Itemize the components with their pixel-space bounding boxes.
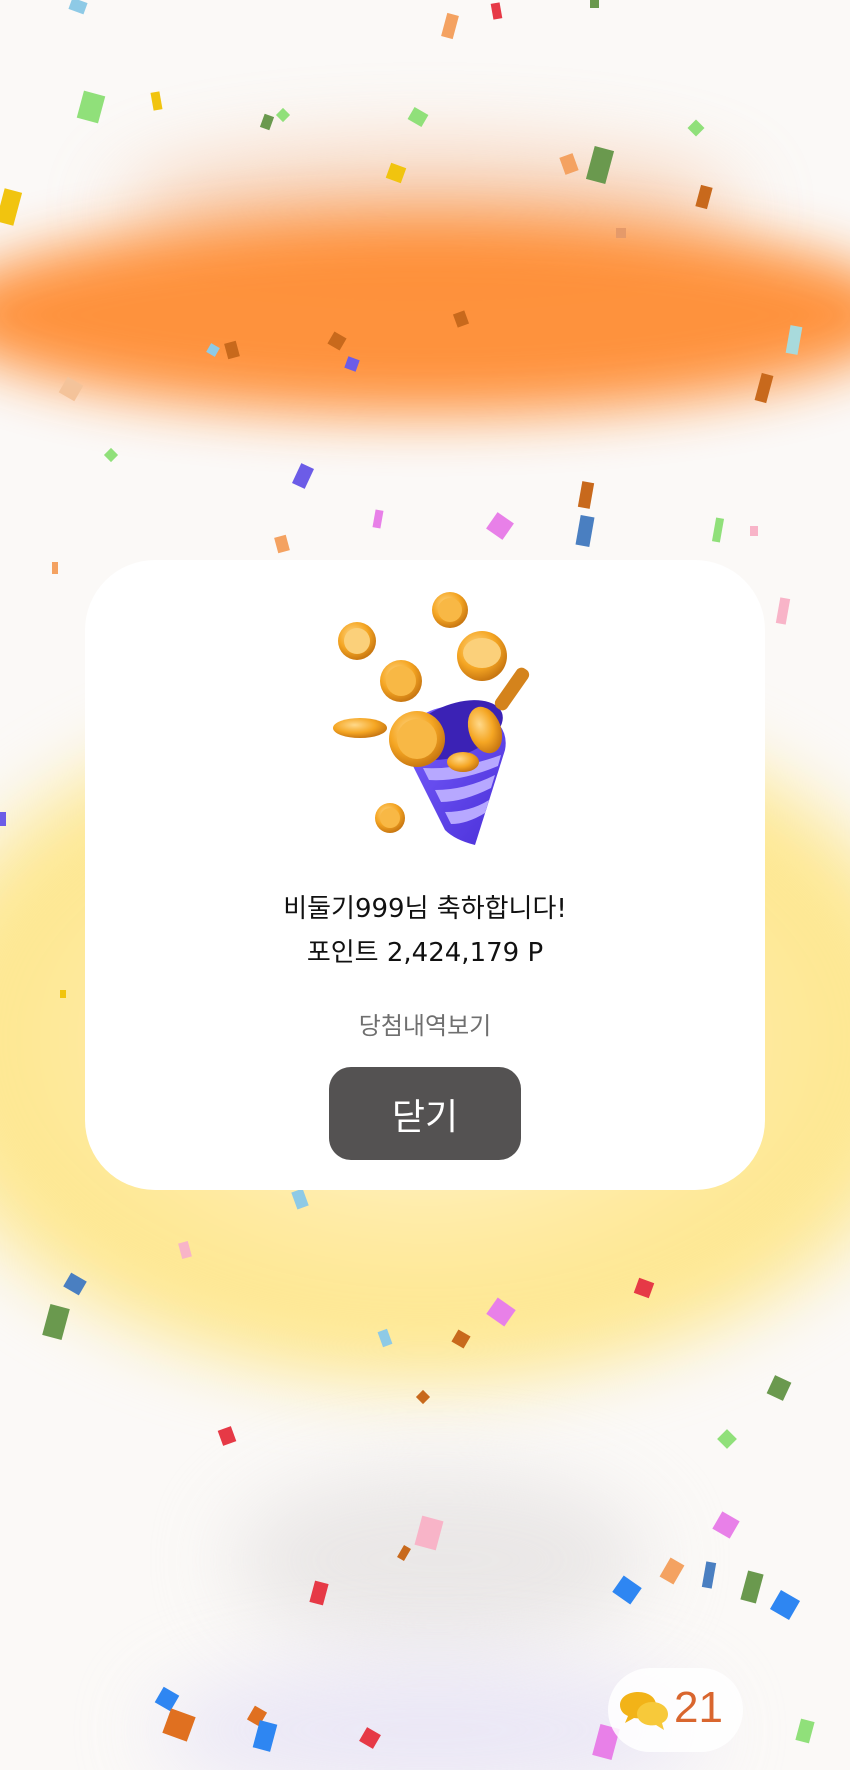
prize-dialog: 비둘기999님 축하합니다! 포인트 2,424,179 P 당첨내역보기 닫기 xyxy=(85,560,765,1190)
view-prize-history-link[interactable]: 당첨내역보기 xyxy=(85,1008,765,1044)
confetti-piece xyxy=(0,812,6,826)
confetti-piece xyxy=(76,90,106,124)
confetti-piece xyxy=(60,990,66,998)
congratulations-message: 비둘기999님 축하합니다! xyxy=(283,894,567,924)
chat-bubbles-icon xyxy=(620,1692,668,1730)
confetti-piece xyxy=(490,2,503,20)
confetti-piece xyxy=(441,12,459,40)
confetti-piece xyxy=(259,113,275,131)
confetti-piece xyxy=(292,463,314,489)
points-total: 포인트 2,424,179 P xyxy=(306,938,544,968)
confetti-piece xyxy=(795,1718,815,1744)
confetti-piece xyxy=(701,1561,717,1589)
confetti-piece xyxy=(486,512,514,540)
confetti-piece xyxy=(740,1570,764,1604)
confetti-piece xyxy=(659,1557,685,1585)
confetti-piece xyxy=(274,534,290,554)
chat-count: 21 xyxy=(674,1683,723,1732)
confetti-piece xyxy=(52,562,58,574)
close-button[interactable]: 닫기 xyxy=(329,1067,521,1160)
confetti-piece xyxy=(275,107,291,123)
confetti-piece xyxy=(712,1511,740,1539)
confetti-piece xyxy=(407,106,429,128)
confetti-piece xyxy=(42,1303,70,1341)
confetti-piece xyxy=(150,91,163,111)
confetti-piece xyxy=(0,188,23,226)
background-glow xyxy=(230,1470,650,1650)
party-popper-coins-icon xyxy=(333,592,530,845)
confetti-piece xyxy=(766,1375,792,1401)
confetti-piece xyxy=(616,228,626,238)
confetti-piece xyxy=(577,481,595,509)
confetti-piece xyxy=(711,517,725,543)
confetti-piece xyxy=(750,526,758,536)
confetti-piece xyxy=(372,509,384,529)
confetti-piece xyxy=(769,1589,801,1621)
confetti-piece xyxy=(717,1429,737,1449)
confetti-piece xyxy=(103,447,119,463)
confetti-piece xyxy=(590,0,599,8)
confetti-piece xyxy=(687,119,705,137)
chat-button[interactable]: 21 xyxy=(608,1668,743,1752)
background-orange-glow xyxy=(0,215,850,415)
confetti-piece xyxy=(217,1426,237,1446)
confetti-piece xyxy=(575,515,595,547)
confetti-piece xyxy=(68,0,88,15)
confetti-piece xyxy=(775,597,791,625)
